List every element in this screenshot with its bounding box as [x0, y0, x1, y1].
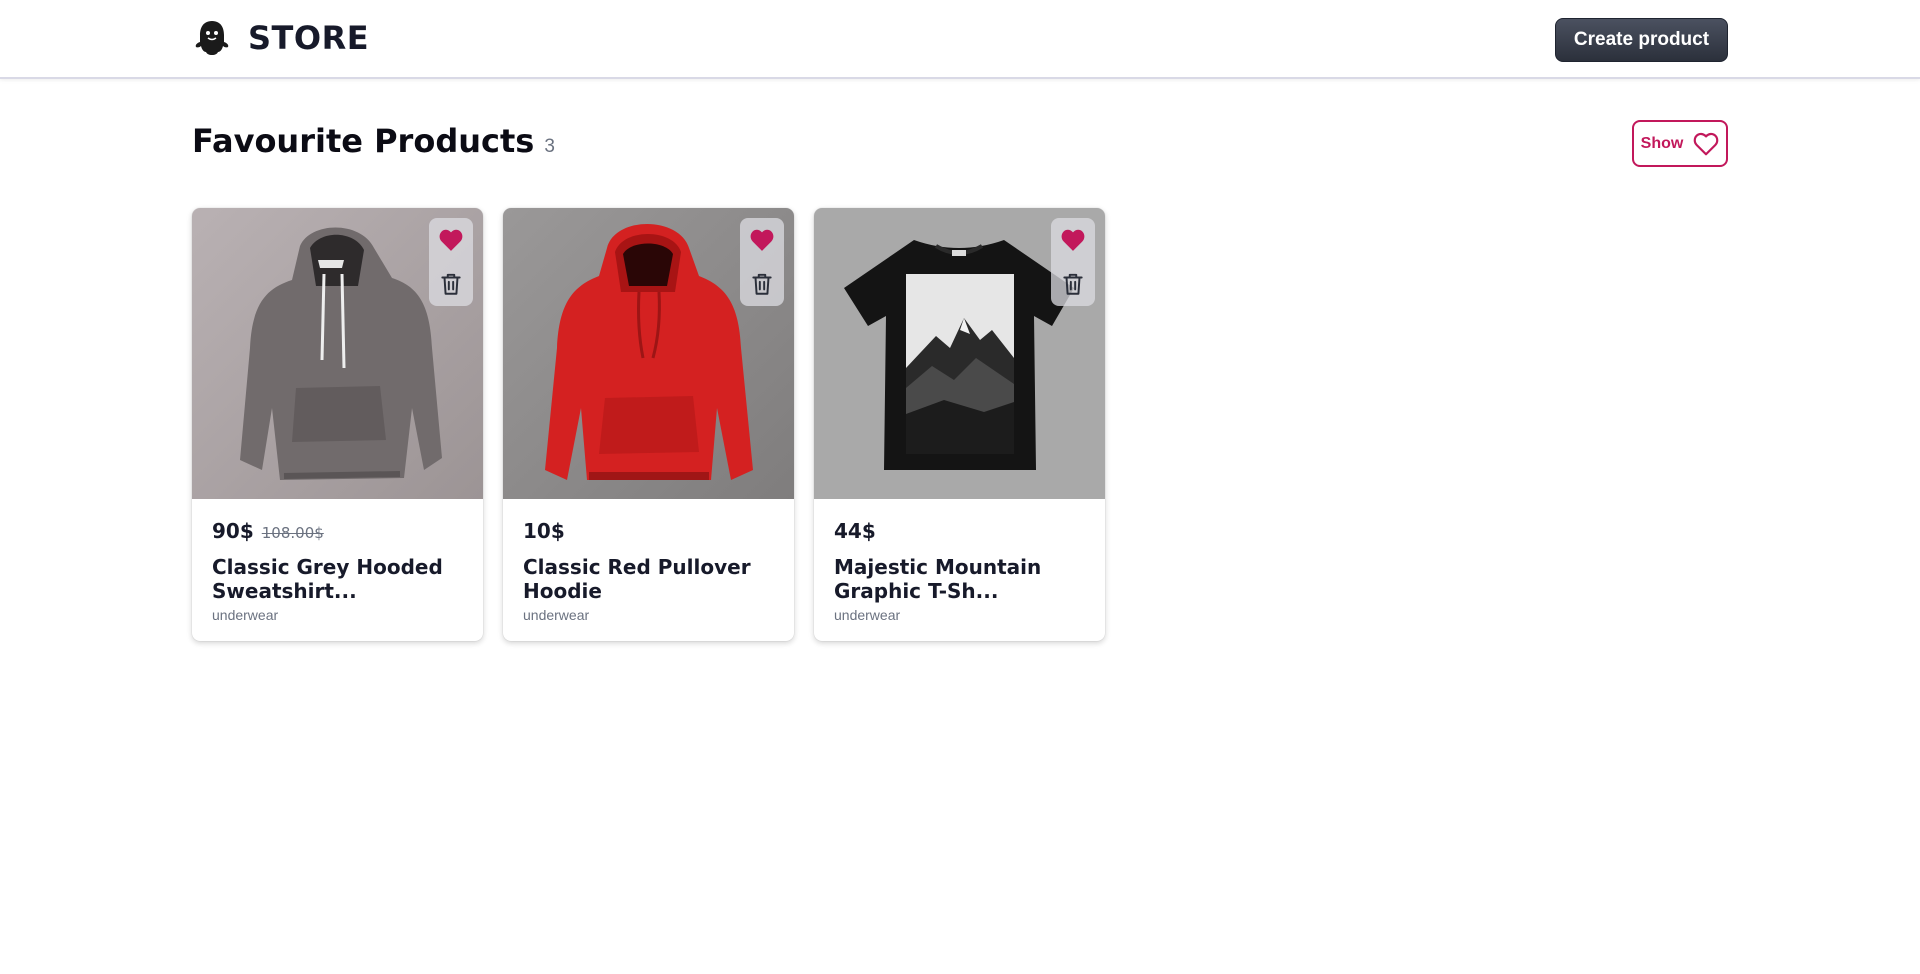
product-image-red-hoodie: [503, 208, 794, 499]
product-card[interactable]: 10$ Classic Red Pullover Hoodie underwea…: [503, 208, 794, 641]
page-title-text: Favourite Products: [192, 122, 535, 160]
product-actions: [429, 218, 473, 306]
product-category: underwear: [523, 607, 590, 623]
product-info: 44$ Majestic Mountain Graphic T-Sh... un…: [814, 499, 1105, 623]
top-navigation-bar: STORE Create product: [0, 0, 1920, 79]
delete-product-button[interactable]: [748, 270, 776, 298]
heart-filled-icon: [439, 229, 463, 251]
trash-icon: [1063, 273, 1083, 295]
product-image-grey-hoodie: [192, 208, 483, 499]
favourites-count: 3: [544, 136, 555, 157]
show-favourites-button[interactable]: Show: [1632, 120, 1728, 167]
product-title: Classic Red Pullover Hoodie: [523, 555, 751, 603]
show-button-label: Show: [1640, 134, 1684, 152]
delete-product-button[interactable]: [1059, 270, 1087, 298]
product-info: 10$ Classic Red Pullover Hoodie underwea…: [503, 499, 794, 623]
delete-product-button[interactable]: [437, 270, 465, 298]
ghost-logo-icon: [195, 21, 229, 55]
trash-icon: [752, 273, 772, 295]
product-card[interactable]: 44$ Majestic Mountain Graphic T-Sh... un…: [814, 208, 1105, 641]
product-grid: 90$ 108.00$ Classic Grey Hooded Sweatshi…: [192, 208, 1105, 641]
favourite-toggle-button[interactable]: [748, 226, 776, 254]
heart-filled-icon: [750, 229, 774, 251]
product-title: Majestic Mountain Graphic T-Sh...: [834, 555, 1042, 603]
heart-outline-icon: [1694, 132, 1719, 155]
product-old-price: 108.00$: [261, 524, 324, 542]
brand-name: STORE: [248, 19, 370, 57]
product-actions: [1051, 218, 1095, 306]
product-price: 10$: [523, 519, 565, 543]
product-price: 90$: [212, 519, 254, 543]
page-title: Favourite Products 3: [192, 122, 555, 160]
favourite-toggle-button[interactable]: [1059, 226, 1087, 254]
product-price: 44$: [834, 519, 876, 543]
price-row: 44$: [834, 519, 1085, 547]
product-title: Classic Grey Hooded Sweatshirt...: [212, 555, 443, 603]
product-category: underwear: [212, 607, 279, 623]
favourite-toggle-button[interactable]: [437, 226, 465, 254]
heart-filled-icon: [1061, 229, 1085, 251]
price-row: 10$: [523, 519, 774, 547]
product-card[interactable]: 90$ 108.00$ Classic Grey Hooded Sweatshi…: [192, 208, 483, 641]
price-row: 90$ 108.00$: [212, 519, 463, 547]
create-product-button[interactable]: Create product: [1555, 18, 1728, 62]
product-category: underwear: [834, 607, 901, 623]
product-info: 90$ 108.00$ Classic Grey Hooded Sweatshi…: [192, 499, 483, 623]
brand-home-link[interactable]: STORE: [192, 18, 369, 58]
product-actions: [740, 218, 784, 306]
trash-icon: [441, 273, 461, 295]
product-image-mountain-tshirt: [814, 208, 1105, 499]
